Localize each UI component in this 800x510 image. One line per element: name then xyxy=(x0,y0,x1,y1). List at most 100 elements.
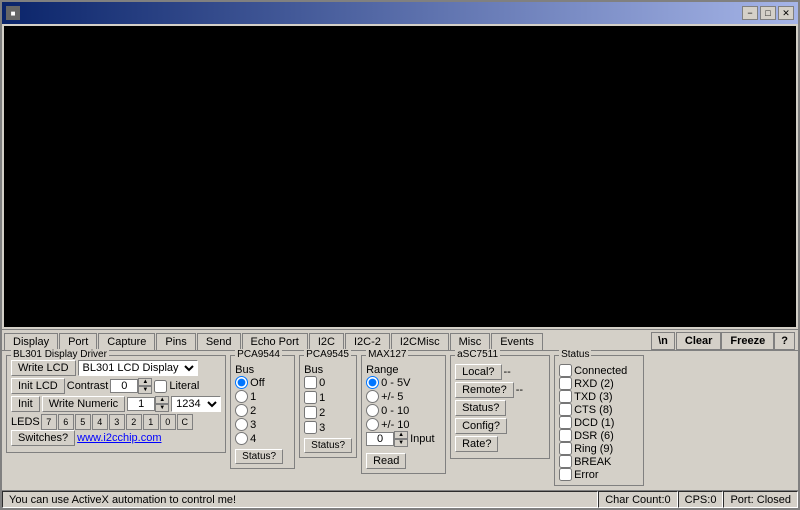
led-7[interactable]: 7 xyxy=(41,414,57,430)
pca9544-title: PCA9544 xyxy=(235,349,282,360)
title-controls[interactable]: − □ ✕ xyxy=(742,6,794,20)
error-label: Error xyxy=(574,469,598,481)
cb-3[interactable] xyxy=(304,421,317,434)
pca9544-status-button[interactable]: Status? xyxy=(235,449,283,464)
dsr-item: DSR (6) xyxy=(559,429,639,442)
numeric-input[interactable] xyxy=(127,397,155,411)
close-button[interactable]: ✕ xyxy=(778,6,794,20)
lcd-select[interactable]: BL301 LCD Display xyxy=(78,360,198,376)
error-item: Error xyxy=(559,468,639,481)
range-0-10-radio[interactable] xyxy=(366,404,379,417)
break-checkbox[interactable] xyxy=(559,455,572,468)
led-c[interactable]: C xyxy=(177,414,193,430)
tab-events[interactable]: Events xyxy=(491,333,543,350)
led-5[interactable]: 5 xyxy=(75,414,91,430)
error-checkbox[interactable] xyxy=(559,468,572,481)
literal-checkbox[interactable] xyxy=(154,380,167,393)
dcd-item: DCD (1) xyxy=(559,416,639,429)
bus-3-radio[interactable] xyxy=(235,418,248,431)
led-6[interactable]: 6 xyxy=(58,414,74,430)
bus-off-item: Off xyxy=(235,376,290,389)
max127-input[interactable] xyxy=(366,432,394,446)
leds-label: LEDS xyxy=(11,416,40,428)
cb-0[interactable] xyxy=(304,376,317,389)
bus-4-radio[interactable] xyxy=(235,432,248,445)
tab-i2c2[interactable]: I2C-2 xyxy=(345,333,390,350)
leds-row: LEDS 7 6 5 4 3 2 1 0 C xyxy=(11,414,221,430)
contrast-down[interactable]: ▼ xyxy=(138,386,152,394)
ring-checkbox[interactable] xyxy=(559,442,572,455)
remote-button[interactable]: Remote? xyxy=(455,382,514,398)
tab-i2c[interactable]: I2C xyxy=(309,333,344,350)
rxd-checkbox[interactable] xyxy=(559,377,572,390)
help-button[interactable]: ? xyxy=(774,332,795,350)
asc7511-status-button[interactable]: Status? xyxy=(455,400,506,416)
led-0[interactable]: 0 xyxy=(160,414,176,430)
bus-2-radio[interactable] xyxy=(235,404,248,417)
connected-checkbox[interactable] xyxy=(559,364,572,377)
website-link[interactable]: www.i2cchip.com xyxy=(77,432,161,444)
max127-spinner[interactable]: ▲ ▼ xyxy=(366,431,408,447)
contrast-up[interactable]: ▲ xyxy=(138,378,152,386)
contrast-spinner[interactable]: ▲ ▼ xyxy=(110,378,152,394)
numeric-spinner-btns: ▲ ▼ xyxy=(155,396,169,412)
led-1[interactable]: 1 xyxy=(143,414,159,430)
rxd-label: RXD (2) xyxy=(574,378,614,390)
led-3[interactable]: 3 xyxy=(109,414,125,430)
ring-item: Ring (9) xyxy=(559,442,639,455)
tab-display[interactable]: Display xyxy=(4,333,58,351)
write-lcd-button[interactable]: Write LCD xyxy=(11,360,76,376)
range-pm5-radio[interactable] xyxy=(366,390,379,403)
rate-button[interactable]: Rate? xyxy=(455,436,498,452)
clear-button[interactable]: Clear xyxy=(676,332,722,350)
max127-read-button[interactable]: Read xyxy=(366,453,406,469)
contrast-input[interactable] xyxy=(110,379,138,393)
led-4[interactable]: 4 xyxy=(92,414,108,430)
break-label: BREAK xyxy=(574,456,611,468)
cb-1[interactable] xyxy=(304,391,317,404)
cps-section: CPS: 0 xyxy=(678,491,724,508)
cb-2[interactable] xyxy=(304,406,317,419)
switches-button[interactable]: Switches? xyxy=(11,430,75,446)
config-button[interactable]: Config? xyxy=(455,418,507,434)
pca9545-status-button[interactable]: Status? xyxy=(304,438,352,453)
init-button[interactable]: Init xyxy=(11,396,40,412)
range-pm10-label: +/- 10 xyxy=(381,419,409,431)
max127-range-label: Range xyxy=(366,364,441,376)
tab-echo-port[interactable]: Echo Port xyxy=(242,333,308,350)
bus-1-radio[interactable] xyxy=(235,390,248,403)
numeric-down[interactable]: ▼ xyxy=(155,404,169,412)
bus-off-radio[interactable] xyxy=(235,376,248,389)
numeric-up[interactable]: ▲ xyxy=(155,396,169,404)
cts-checkbox[interactable] xyxy=(559,403,572,416)
status-group: Status Connected RXD (2) TXD (3) xyxy=(554,355,644,486)
char-count-section: Char Count: 0 xyxy=(598,491,677,508)
range-pm10-radio[interactable] xyxy=(366,418,379,431)
tab-misc[interactable]: Misc xyxy=(450,333,491,350)
txd-checkbox[interactable] xyxy=(559,390,572,403)
dsr-checkbox[interactable] xyxy=(559,429,572,442)
numeric-spinner[interactable]: ▲ ▼ xyxy=(127,396,169,412)
numeric-select[interactable]: 1234 xyxy=(171,396,221,412)
tab-i2cmisc[interactable]: I2CMisc xyxy=(391,333,449,350)
local-button[interactable]: Local? xyxy=(455,364,501,380)
maximize-button[interactable]: □ xyxy=(760,6,776,20)
bl301-title: BL301 Display Driver xyxy=(11,349,109,360)
freeze-button[interactable]: Freeze xyxy=(721,332,774,350)
tab-port[interactable]: Port xyxy=(59,333,97,350)
range-0-5v-radio[interactable] xyxy=(366,376,379,389)
txd-label: TXD (3) xyxy=(574,391,613,403)
init-lcd-button[interactable]: Init LCD xyxy=(11,378,65,394)
write-numeric-button[interactable]: Write Numeric xyxy=(42,396,125,412)
minimize-button[interactable]: − xyxy=(742,6,758,20)
max127-down[interactable]: ▼ xyxy=(394,439,408,447)
max127-range-options: 0 - 5V +/- 5 0 - 10 +/- 10 xyxy=(366,376,441,431)
tab-pins[interactable]: Pins xyxy=(156,333,195,350)
led-2[interactable]: 2 xyxy=(126,414,142,430)
backslash-n-button[interactable]: \n xyxy=(651,332,675,350)
max127-up[interactable]: ▲ xyxy=(394,431,408,439)
dcd-checkbox[interactable] xyxy=(559,416,572,429)
tab-send[interactable]: Send xyxy=(197,333,241,350)
asc7511-local-row: Local? -- xyxy=(455,364,545,380)
tab-capture[interactable]: Capture xyxy=(98,333,155,350)
